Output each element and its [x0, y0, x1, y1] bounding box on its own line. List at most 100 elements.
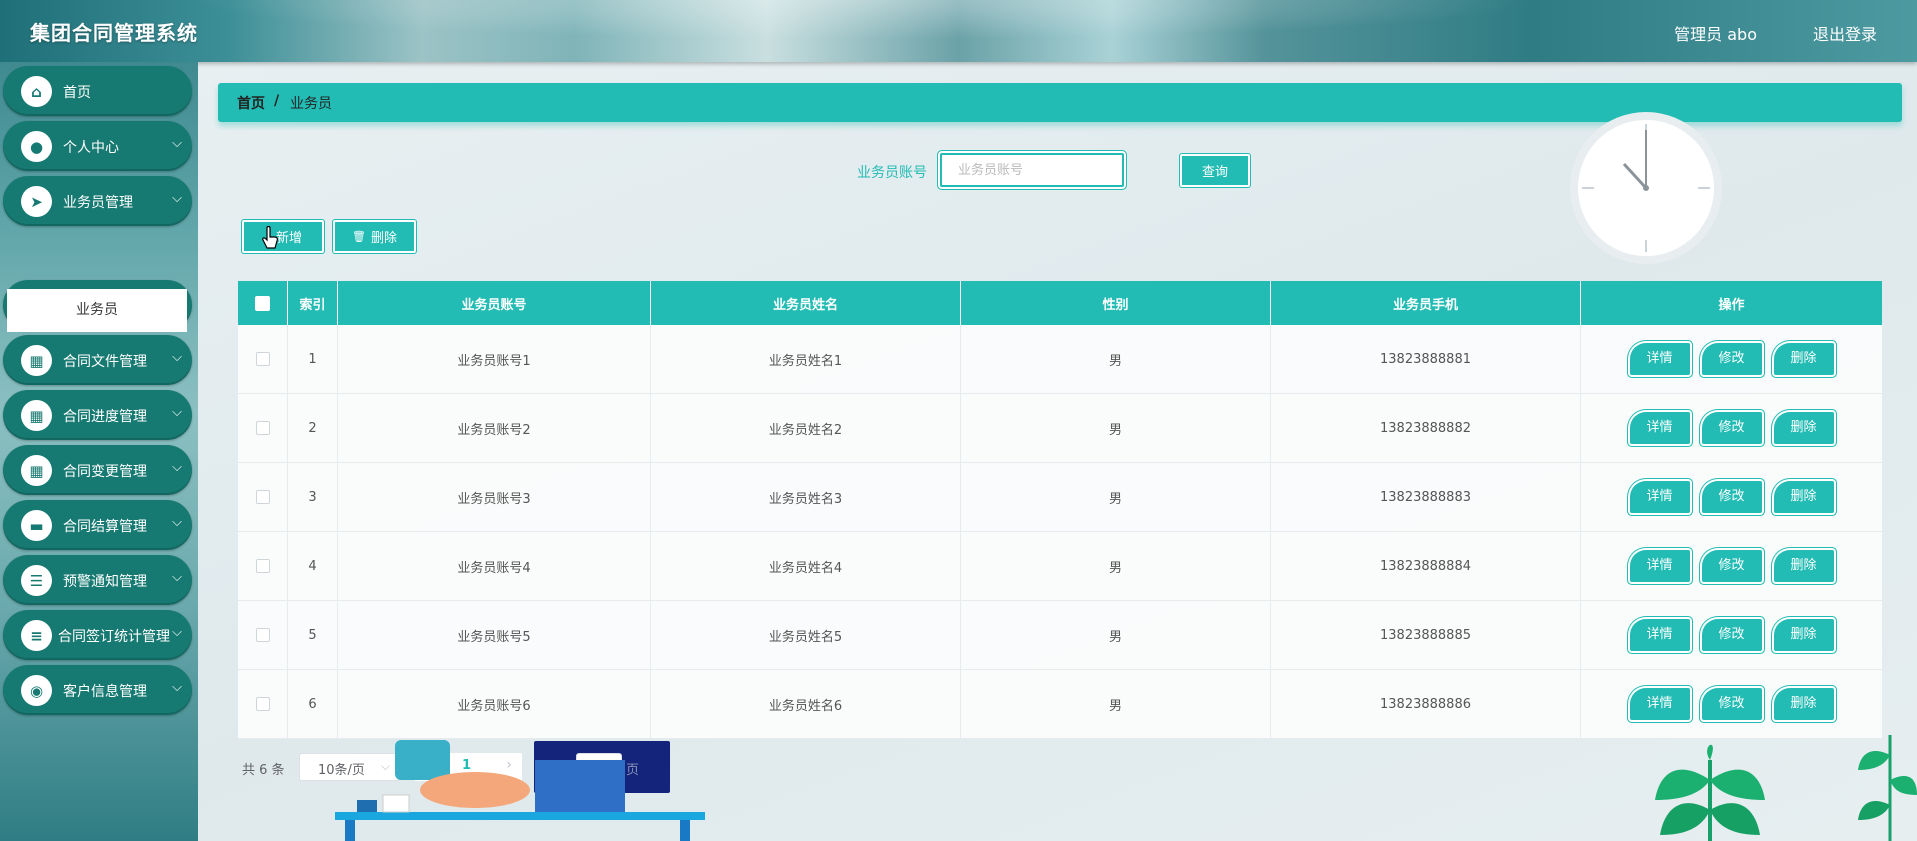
sidebar-item-label: 合同文件管理: [63, 354, 147, 370]
add-button[interactable]: 新增: [242, 220, 324, 253]
row-checkbox[interactable]: [255, 421, 270, 435]
chevron-down-icon: ⌵: [172, 460, 182, 475]
sidebar-item-2[interactable]: ➤ 业务员管理 ⌵: [3, 176, 192, 226]
sidebar-item-label: 客户信息管理: [63, 684, 147, 700]
chevron-down-icon: ⌵: [172, 136, 182, 151]
cell-actions: 详情 修改 删除: [1580, 531, 1882, 601]
detail-button[interactable]: 详情: [1629, 343, 1690, 375]
batch-delete-button[interactable]: 🗑 删除: [333, 220, 416, 253]
sidebar-item-9[interactable]: ≡ 合同签订统计管理 ⌵: [3, 610, 192, 660]
edit-button[interactable]: 修改: [1701, 550, 1762, 582]
sidebar-item-10[interactable]: ◉ 客户信息管理 ⌵: [3, 665, 192, 715]
row-checkbox[interactable]: [255, 352, 270, 366]
edit-button[interactable]: 修改: [1701, 619, 1762, 651]
delete-button[interactable]: 删除: [1773, 619, 1834, 651]
cell-phone: 13823888883: [1270, 462, 1581, 532]
batch-delete-label: 删除: [370, 231, 397, 246]
table-row: 5 业务员账号5 业务员姓名5 男 13823888885 详情 修改 删除: [238, 600, 1882, 670]
edit-button[interactable]: 修改: [1701, 688, 1762, 720]
row-checkbox[interactable]: [255, 490, 270, 504]
breadcrumb: 首页 / 业务员: [218, 83, 1902, 122]
delete-button[interactable]: 删除: [1773, 343, 1834, 375]
cell-phone: 13823888884: [1270, 531, 1581, 601]
plant-decoration-right: [1858, 735, 1917, 841]
row-checkbox[interactable]: [255, 697, 270, 711]
logout-link[interactable]: 退出登录: [1813, 21, 1877, 45]
cell-name: 业务员姓名4: [650, 531, 961, 601]
detail-button[interactable]: 详情: [1629, 688, 1690, 720]
cell-account: 业务员账号6: [337, 669, 651, 739]
cell-name: 业务员姓名3: [650, 462, 961, 532]
send-icon: ➤: [21, 186, 52, 217]
edit-button[interactable]: 修改: [1701, 343, 1762, 375]
hand-cursor-icon: [262, 226, 278, 249]
sidebar-item-5[interactable]: ▦ 合同进度管理 ⌵: [3, 390, 192, 440]
select-all-checkbox[interactable]: [255, 295, 270, 311]
cell-index: 3: [287, 462, 338, 532]
table-header-row: 索引 业务员账号 业务员姓名 性别 业务员手机 操作: [238, 281, 1882, 325]
cell-gender: 男: [960, 462, 1271, 532]
sidebar-item-label: 首页: [63, 85, 91, 101]
cell-phone: 13823888882: [1270, 393, 1581, 463]
chevron-down-icon: ⌵: [172, 625, 182, 640]
row-select-cell: [238, 600, 288, 670]
pagination-total: 共 6 条: [242, 763, 285, 778]
row-select-cell: [238, 393, 288, 463]
edit-button[interactable]: 修改: [1701, 481, 1762, 513]
column-header-account: 业务员账号: [337, 281, 651, 325]
delete-button[interactable]: 删除: [1773, 481, 1834, 513]
cell-account: 业务员账号2: [337, 393, 651, 463]
search-button[interactable]: 查询: [1180, 154, 1250, 187]
sidebar-item-4[interactable]: ▦ 合同文件管理 ⌵: [3, 335, 192, 385]
submenu-item-salesperson[interactable]: 业务员: [7, 289, 187, 332]
delete-button[interactable]: 删除: [1773, 550, 1834, 582]
grid-icon: ▦: [21, 345, 52, 376]
cell-name: 业务员姓名2: [650, 393, 961, 463]
row-select-cell: [238, 462, 288, 532]
cell-actions: 详情 修改 删除: [1580, 600, 1882, 670]
sliders-icon: ≡: [21, 620, 52, 651]
current-user-label: 管理员 abo: [1674, 25, 1757, 44]
cell-actions: 详情 修改 删除: [1580, 393, 1882, 463]
table-row: 6 业务员账号6 业务员姓名6 男 13823888886 详情 修改 删除: [238, 669, 1882, 739]
monitor-icon: ▬: [21, 510, 52, 541]
edit-button[interactable]: 修改: [1701, 412, 1762, 444]
delete-button[interactable]: 删除: [1773, 688, 1834, 720]
cell-index: 5: [287, 600, 338, 670]
cell-account: 业务员账号1: [337, 325, 651, 394]
plant-decoration: [1655, 744, 1765, 841]
detail-button[interactable]: 详情: [1629, 550, 1690, 582]
home-icon: ⌂: [21, 76, 52, 107]
sidebar-item-8[interactable]: ☰ 预警通知管理 ⌵: [3, 555, 192, 605]
grid-icon: ▦: [21, 400, 52, 431]
cell-name: 业务员姓名6: [650, 669, 961, 739]
row-checkbox[interactable]: [255, 628, 270, 642]
sidebar-item-0[interactable]: ⌂ 首页: [3, 66, 192, 116]
table-row: 1 业务员账号1 业务员姓名1 男 13823888881 详情 修改 删除: [238, 325, 1882, 394]
detail-button[interactable]: 详情: [1629, 412, 1690, 444]
detail-button[interactable]: 详情: [1629, 619, 1690, 651]
cell-actions: 详情 修改 删除: [1580, 669, 1882, 739]
trash-icon: 🗑: [352, 230, 366, 243]
breadcrumb-home[interactable]: 首页: [237, 93, 265, 113]
row-checkbox[interactable]: [255, 559, 270, 573]
sidebar-item-1[interactable]: ● 个人中心 ⌵: [3, 121, 192, 171]
column-header-index: 索引: [287, 281, 338, 325]
column-header-actions: 操作: [1580, 281, 1882, 325]
salesperson-table: 索引 业务员账号 业务员姓名 性别 业务员手机 操作 1 业务员账号1 业务员姓名1…: [238, 281, 1882, 739]
detail-button[interactable]: 详情: [1629, 481, 1690, 513]
column-header-gender: 性别: [960, 281, 1271, 325]
cell-gender: 男: [960, 531, 1271, 601]
table-row: 4 业务员账号4 业务员姓名4 男 13823888884 详情 修改 删除: [238, 531, 1882, 601]
sidebar-item-7[interactable]: ▬ 合同结算管理 ⌵: [3, 500, 192, 550]
delete-button[interactable]: 删除: [1773, 412, 1834, 444]
chevron-down-icon: ⌵: [172, 515, 182, 530]
chevron-down-icon: ⌵: [172, 191, 182, 206]
sidebar-item-6[interactable]: ▦ 合同变更管理 ⌵: [3, 445, 192, 495]
chevron-down-icon: ⌵: [172, 350, 182, 365]
row-select-cell: [238, 325, 288, 394]
clock-decoration: [1578, 120, 1714, 256]
app-title: 集团合同管理系统: [30, 21, 198, 45]
desk-illustration: [335, 740, 705, 841]
search-input[interactable]: [940, 153, 1124, 187]
